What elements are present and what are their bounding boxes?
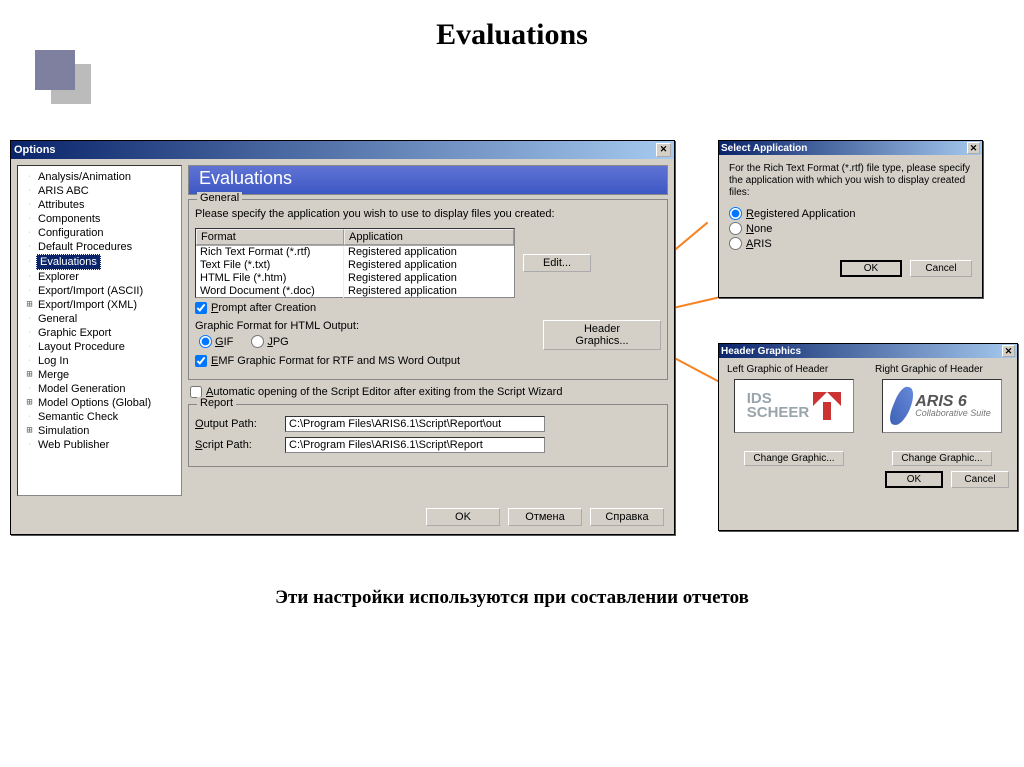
tree-item[interactable]: ·Layout Procedure <box>20 340 179 354</box>
col-application[interactable]: Application <box>344 229 514 245</box>
table-row[interactable]: Text File (*.txt)Registered application <box>196 259 514 272</box>
left-graphic-preview: IDSSCHEER <box>734 379 854 433</box>
tree-item[interactable]: ·Explorer <box>20 270 179 284</box>
format-table[interactable]: Format Application Rich Text Format (*.r… <box>195 228 515 298</box>
close-icon[interactable]: ✕ <box>656 143 671 157</box>
tree-item[interactable]: ·Default Procedures <box>20 240 179 254</box>
close-icon[interactable]: ✕ <box>1002 345 1015 357</box>
right-graphic-label: Right Graphic of Header <box>875 364 983 375</box>
tree-item[interactable]: ⊞Model Options (Global) <box>20 396 179 410</box>
tree-item[interactable]: ·Graphic Export <box>20 326 179 340</box>
close-icon[interactable]: ✕ <box>967 142 980 154</box>
change-graphic-left-button[interactable]: Change Graphic... <box>744 451 843 466</box>
tree-item[interactable]: ⊞Export/Import (XML) <box>20 298 179 312</box>
none-radio[interactable]: None <box>729 222 972 235</box>
output-path-label: Output Path: <box>195 418 275 430</box>
script-path-label: Script Path: <box>195 439 275 451</box>
header-graphics-titlebar: Header Graphics ✕ <box>719 344 1017 358</box>
page-title: Evaluations <box>0 0 1024 52</box>
ok-button[interactable]: OK <box>885 471 943 488</box>
help-button[interactable]: Справка <box>590 508 664 526</box>
select-app-titlebar: Select Application ✕ <box>719 141 982 155</box>
tree-item[interactable]: ·Semantic Check <box>20 410 179 424</box>
tree-item[interactable]: ·Web Publisher <box>20 438 179 452</box>
options-titlebar: Options ✕ <box>11 141 674 159</box>
auto-open-checkbox[interactable]: Automatic opening of the Script Editor a… <box>190 386 666 398</box>
options-title: Options <box>14 144 56 156</box>
report-group: Report Output Path: Script Path: <box>188 404 668 467</box>
header-graphics-title: Header Graphics <box>721 346 801 357</box>
jpg-radio[interactable]: JPG <box>251 335 288 348</box>
graphic-format-label: Graphic Format for HTML Output: <box>195 320 359 332</box>
tree-item[interactable]: ·Export/Import (ASCII) <box>20 284 179 298</box>
tree-item[interactable]: ·Attributes <box>20 198 179 212</box>
table-row[interactable]: HTML File (*.htm)Registered application <box>196 272 514 285</box>
cancel-button[interactable]: Cancel <box>910 260 972 277</box>
select-application-dialog: Select Application ✕ For the Rich Text F… <box>718 140 983 298</box>
tree-item[interactable]: ·ARIS ABC <box>20 184 179 198</box>
script-path-input[interactable] <box>285 437 545 453</box>
select-app-title: Select Application <box>721 143 807 154</box>
ok-button[interactable]: OK <box>426 508 500 526</box>
cancel-button[interactable]: Отмена <box>508 508 582 526</box>
right-graphic-preview: ARIS 6 Collaborative Suite <box>882 379 1002 433</box>
aris-radio[interactable]: ARIS <box>729 237 972 250</box>
tree-item[interactable]: ·Model Generation <box>20 382 179 396</box>
ids-scheer-logo: IDSSCHEER <box>747 392 842 420</box>
select-app-text: For the Rich Text Format (*.rtf) file ty… <box>729 163 972 199</box>
gif-radio[interactable]: GIF <box>199 335 233 348</box>
cancel-button[interactable]: Cancel <box>951 471 1009 488</box>
general-group: General Please specify the application y… <box>188 199 668 380</box>
tree-item[interactable]: ·Configuration <box>20 226 179 240</box>
panel-header: Evaluations <box>188 165 668 195</box>
output-path-input[interactable] <box>285 416 545 432</box>
table-row[interactable]: Word Document (*.doc)Registered applicat… <box>196 285 514 298</box>
header-graphics-dialog: Header Graphics ✕ Left Graphic of Header… <box>718 343 1018 531</box>
edit-button[interactable]: Edit... <box>523 254 591 272</box>
tree-item[interactable]: ·Evaluations <box>20 254 179 270</box>
group-legend: General <box>197 192 242 204</box>
slide-caption: Эти настройки используются при составлен… <box>0 587 1024 609</box>
col-format[interactable]: Format <box>196 229 344 245</box>
report-legend: Report <box>197 397 236 409</box>
header-graphics-button[interactable]: Header Graphics... <box>543 320 661 350</box>
tree-item[interactable]: ·Analysis/Animation <box>20 170 179 184</box>
tree-item[interactable]: ⊞Simulation <box>20 424 179 438</box>
change-graphic-right-button[interactable]: Change Graphic... <box>892 451 991 466</box>
prompt-after-creation-checkbox[interactable]: Prompt after Creation <box>195 302 661 314</box>
registered-app-radio[interactable]: Registered Application <box>729 207 972 220</box>
tree-item[interactable]: ·Components <box>20 212 179 226</box>
ok-button[interactable]: OK <box>840 260 902 277</box>
tree-item[interactable]: ·General <box>20 312 179 326</box>
options-tree[interactable]: ·Analysis/Animation·ARIS ABC·Attributes·… <box>17 165 182 496</box>
instruction-text: Please specify the application you wish … <box>195 208 661 220</box>
tree-item[interactable]: ·Log In <box>20 354 179 368</box>
emf-checkbox[interactable]: EMF Graphic Format for RTF and MS Word O… <box>195 355 661 367</box>
aris-logo: ARIS 6 Collaborative Suite <box>893 387 991 425</box>
left-graphic-label: Left Graphic of Header <box>727 364 828 375</box>
table-row[interactable]: Rich Text Format (*.rtf)Registered appli… <box>196 246 514 259</box>
options-dialog: Options ✕ ·Analysis/Animation·ARIS ABC·A… <box>10 140 675 535</box>
tree-item[interactable]: ⊞Merge <box>20 368 179 382</box>
